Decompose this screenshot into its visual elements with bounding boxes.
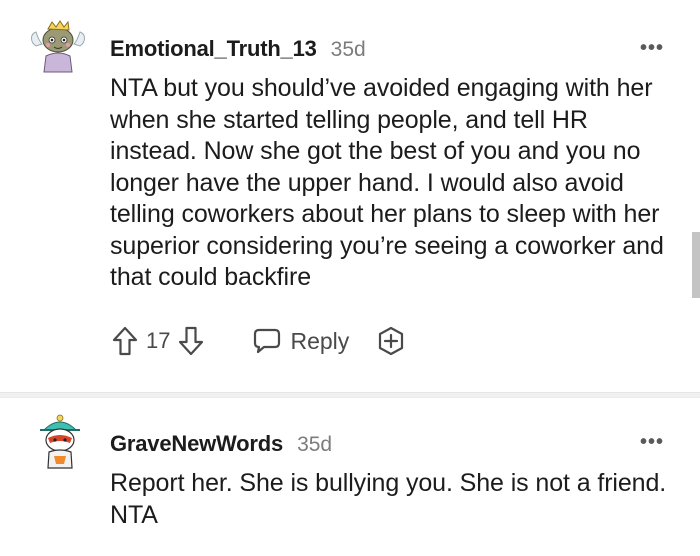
reply-label: Reply <box>290 327 350 354</box>
comment: GraveNewWords 35d ••• Report her. She is… <box>0 398 700 556</box>
downvote-arrow-icon[interactable] <box>176 323 206 359</box>
scrollbar[interactable] <box>692 232 700 298</box>
username[interactable]: GraveNewWords <box>110 431 283 457</box>
more-options-icon[interactable]: ••• <box>640 38 664 58</box>
reply-button[interactable]: Reply <box>252 327 349 355</box>
username[interactable]: Emotional_Truth_13 <box>110 36 317 62</box>
comment-meta: Emotional_Truth_13 35d <box>110 36 366 62</box>
user-avatar[interactable] <box>28 16 88 76</box>
vote-count: 17 <box>146 328 171 353</box>
comment: Emotional_Truth_13 35d ••• NTA but you s… <box>0 0 700 392</box>
snoo-avatar-icon <box>31 20 85 73</box>
snoo-avatar-icon <box>40 414 80 469</box>
user-avatar[interactable] <box>30 412 90 472</box>
comment-thread: Emotional_Truth_13 35d ••• NTA but you s… <box>0 0 700 556</box>
speech-bubble-icon <box>254 328 281 354</box>
upvote-arrow-icon[interactable] <box>110 323 140 359</box>
award-plus-icon <box>379 326 404 356</box>
comment-body: Report her. She is bullying you. She is … <box>110 469 667 529</box>
more-options-icon[interactable]: ••• <box>640 432 664 452</box>
comment-body: NTA but you should’ve avoided engaging w… <box>110 74 664 291</box>
comment-meta: GraveNewWords 35d <box>110 431 332 457</box>
award-button[interactable] <box>375 325 407 357</box>
timestamp: 35d <box>297 433 333 456</box>
timestamp: 35d <box>330 38 366 61</box>
comment-actions: 17 Reply <box>110 322 407 360</box>
